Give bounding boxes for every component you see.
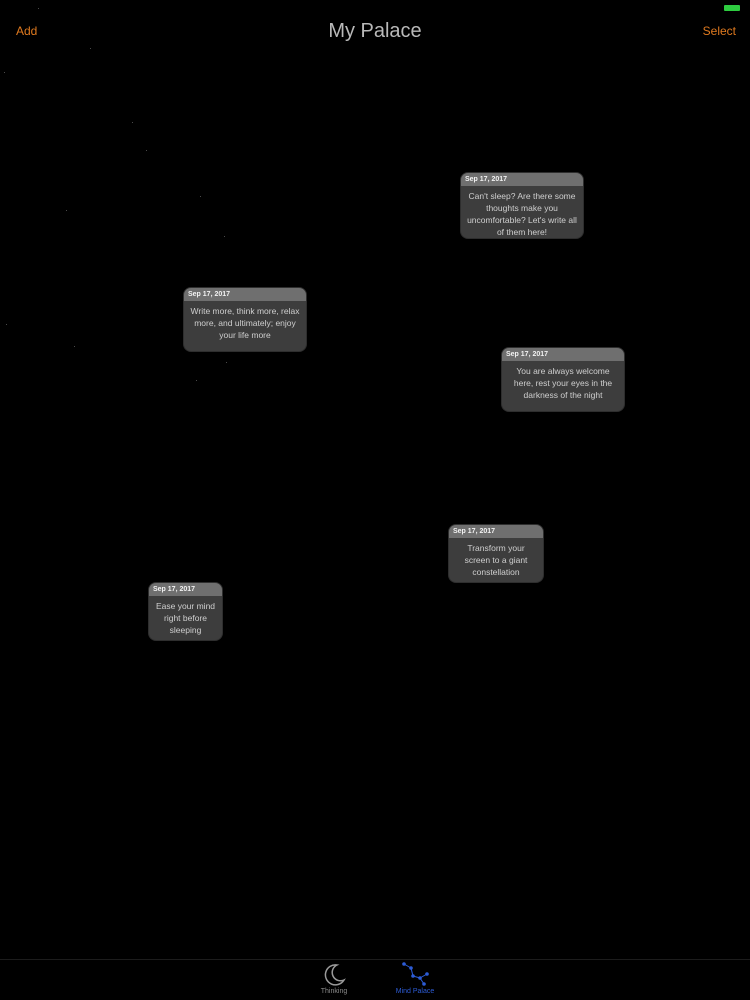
star-dot — [224, 236, 225, 237]
note-date: Sep 17, 2017 — [502, 348, 624, 361]
note-card[interactable]: Sep 17, 2017 Write more, think more, rel… — [184, 288, 306, 351]
app-screen: Add My Palace Select Sep 17, 2017 Can't … — [0, 0, 750, 1000]
tab-thinking[interactable]: Thinking — [304, 962, 364, 998]
note-card[interactable]: Sep 17, 2017 You are always welcome here… — [502, 348, 624, 411]
tab-mind-palace[interactable]: Mind Palace — [385, 962, 445, 998]
note-card[interactable]: Sep 17, 2017 Transform your screen to a … — [449, 525, 543, 582]
note-text: Ease your mind right before sleeping — [155, 601, 216, 635]
star-dot — [66, 210, 67, 211]
note-text: Transform your screen to a giant constel… — [464, 543, 528, 577]
star-dot — [132, 122, 133, 123]
note-date: Sep 17, 2017 — [449, 525, 543, 538]
note-text: Can't sleep? Are there some thoughts mak… — [467, 191, 577, 237]
select-button[interactable]: Select — [703, 24, 736, 38]
navigation-bar: Add My Palace Select — [0, 0, 750, 64]
star-dot — [196, 380, 197, 381]
star-dot — [200, 196, 201, 197]
note-text: Write more, think more, relax more, and … — [190, 306, 300, 340]
tab-bar: Thinking Mind Palace — [0, 959, 750, 1000]
star-dot — [38, 8, 39, 9]
star-dot — [6, 324, 7, 325]
note-date: Sep 17, 2017 — [461, 173, 583, 186]
note-date: Sep 17, 2017 — [184, 288, 306, 301]
star-dot — [226, 362, 227, 363]
note-date: Sep 17, 2017 — [149, 583, 222, 596]
star-dot — [90, 48, 91, 49]
page-title: My Palace — [328, 20, 422, 42]
moon-icon — [304, 962, 364, 986]
constellation-icon — [385, 962, 445, 986]
note-card[interactable]: Sep 17, 2017 Ease your mind right before… — [149, 583, 222, 640]
star-dot — [74, 346, 75, 347]
tab-label: Thinking — [320, 988, 348, 995]
star-dot — [4, 72, 5, 73]
tab-label: Mind Palace — [395, 988, 435, 995]
note-text: You are always welcome here, rest your e… — [513, 366, 613, 400]
star-dot — [146, 150, 147, 151]
note-card[interactable]: Sep 17, 2017 Can't sleep? Are there some… — [461, 173, 583, 238]
